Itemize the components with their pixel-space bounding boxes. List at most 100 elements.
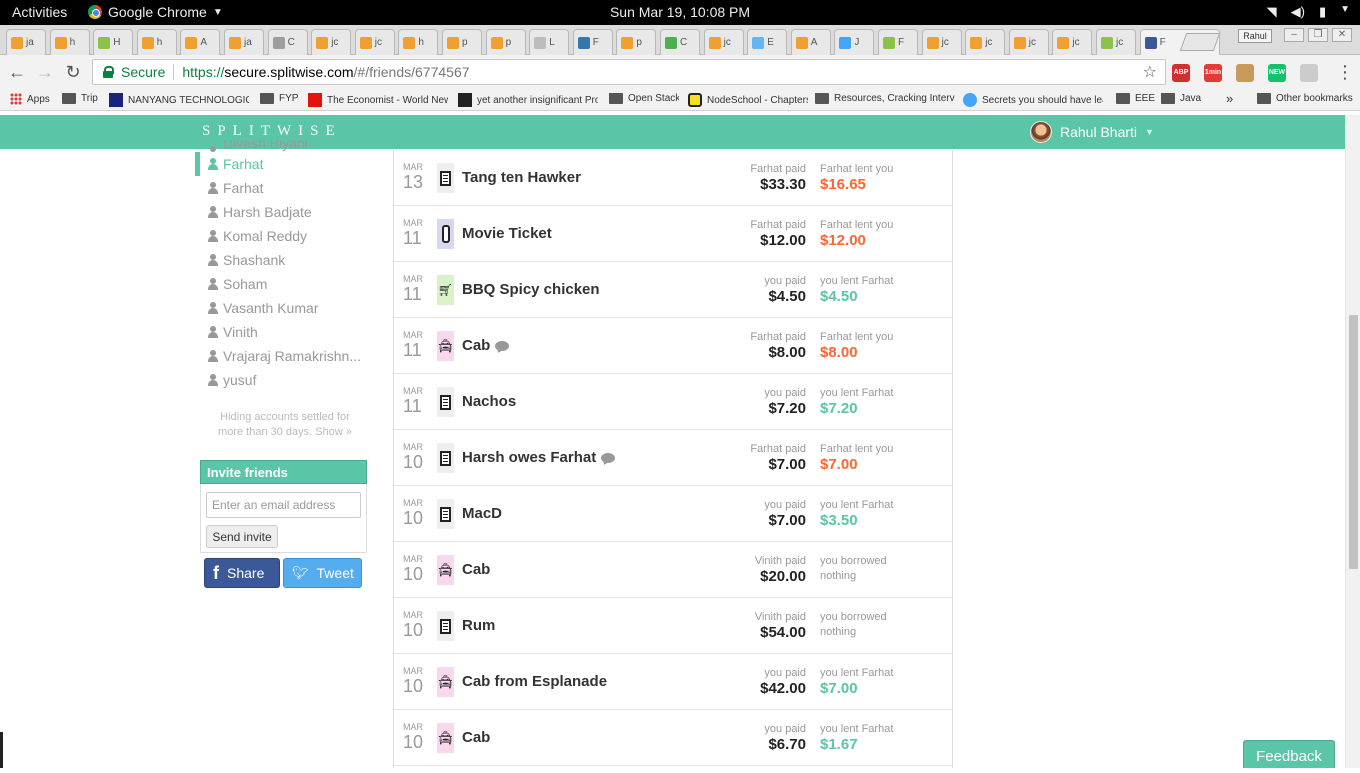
bookmark-item[interactable]: Secrets you should have lear (963, 93, 1103, 107)
browser-tab[interactable]: jc (1008, 29, 1049, 55)
expense-row[interactable]: MAR 11 Nachos you paid $7.20 you lent Farhat $… (394, 374, 952, 430)
lent-label: you borrowed (820, 611, 887, 623)
expense-row[interactable]: MAR 13 Tang ten Hawker Farhat paid $33.30 Far… (394, 150, 952, 206)
browser-tab[interactable]: p (485, 29, 526, 55)
browser-tab[interactable]: E (747, 29, 788, 55)
friend-item[interactable]: Vinith (195, 320, 370, 344)
reload-button[interactable]: ↻ (62, 61, 84, 83)
expense-row[interactable]: MAR 10 🚖︎ Cab Vinith paid $20.00 you borrowed n… (394, 542, 952, 598)
bookmark-item[interactable]: Apps (10, 93, 50, 105)
bookmark-item[interactable]: yet another insignificant Prog (458, 93, 598, 107)
send-invite-button[interactable]: Send invite (206, 525, 278, 548)
feedback-button[interactable]: Feedback (1243, 740, 1335, 768)
invite-friends-title: Invite friends (200, 460, 367, 484)
chrome-menu-icon[interactable]: ⋮ (1336, 63, 1354, 81)
new-tab-button[interactable] (1179, 33, 1221, 51)
bookmark-item[interactable]: Resources, Cracking Intervie (815, 93, 955, 104)
browser-tab[interactable]: p (616, 29, 657, 55)
expense-row[interactable]: MAR 10 🚖︎ Cab from Esplanade you paid $42.00 y… (394, 654, 952, 710)
browser-tab[interactable]: h (136, 29, 177, 55)
friends-list: Divesh Biyani Farhat Farhat Harsh Badjate Ko… (195, 140, 370, 392)
browser-tab[interactable]: jc (921, 29, 962, 55)
bookmark-item[interactable]: NodeSchool - Chapters (688, 93, 808, 107)
browser-tab[interactable]: jc (703, 29, 744, 55)
bookmark-item[interactable]: The Economist - World News (308, 93, 448, 107)
browser-tab[interactable]: p (442, 29, 482, 55)
app-menu[interactable]: Google Chrome ▼ (88, 4, 223, 20)
extension-icon[interactable]: 1min (1204, 64, 1222, 82)
friend-item[interactable]: Soham (195, 272, 370, 296)
friend-item[interactable]: Shashank (195, 248, 370, 272)
browser-tab[interactable]: jc (354, 29, 395, 55)
expense-row[interactable]: MAR 10 MacD you paid $7.00 you lent Farhat $3.… (394, 486, 952, 542)
activities-button[interactable]: Activities (12, 4, 67, 20)
bookmark-item[interactable]: Open Stack (609, 93, 679, 104)
forward-button[interactable]: → (34, 61, 56, 83)
friend-item[interactable]: Vasanth Kumar (195, 296, 370, 320)
receipt-icon (437, 611, 454, 641)
browser-tab[interactable]: h (49, 29, 90, 55)
tab-favicon-icon (447, 36, 459, 49)
clock[interactable]: Sun Mar 19, 10:08 PM (610, 4, 750, 20)
scrollbar-thumb[interactable] (1349, 315, 1358, 569)
extension-icon[interactable]: ABP (1172, 64, 1190, 82)
extension-icon[interactable] (1236, 64, 1254, 82)
folder-icon (609, 93, 623, 104)
browser-tab[interactable]: J (834, 29, 875, 55)
profile-button[interactable]: Rahul (1238, 29, 1272, 43)
invite-email-input[interactable] (206, 492, 361, 518)
friend-item[interactable]: Farhat (195, 152, 370, 176)
extension-icon[interactable] (1300, 64, 1318, 82)
browser-tab[interactable]: jc (311, 29, 352, 55)
browser-tab[interactable]: ja (224, 29, 264, 55)
splitwise-logo[interactable]: SPLITWISE (202, 123, 342, 140)
expense-day: 10 (403, 676, 424, 696)
user-menu[interactable]: Rahul Bharti ▼ (1030, 121, 1154, 143)
extension-icon[interactable]: NEW (1268, 64, 1286, 82)
expense-row[interactable]: MAR 11 🚖︎ Cab Farhat paid $8.00 Farhat lent yo… (394, 318, 952, 374)
friend-item[interactable]: yusuf (195, 368, 370, 392)
bookmark-item[interactable]: FYP (260, 93, 298, 104)
friend-item[interactable]: Vrajaraj Ramakrishn... (195, 344, 370, 368)
bookmark-star-icon[interactable]: ☆ (1143, 62, 1157, 82)
expense-row[interactable]: MAR 10 Harsh owes Farhat Farhat paid $7.00 Fa… (394, 430, 952, 486)
browser-tab[interactable]: jc (1096, 29, 1136, 55)
browser-tab[interactable]: L (529, 29, 570, 55)
tweet-button[interactable]: 🐦︎ Tweet (283, 558, 362, 588)
browser-tab[interactable]: h (398, 29, 439, 55)
browser-tab[interactable]: ja (6, 29, 46, 55)
back-button[interactable]: ← (6, 61, 28, 83)
hidden-accounts-note[interactable]: Hiding accounts settled for more than 30… (210, 410, 360, 440)
maximize-button[interactable]: ❐ (1308, 28, 1328, 42)
tab-title: H (113, 37, 121, 48)
browser-tab[interactable]: jc (965, 29, 1006, 55)
browser-tab[interactable]: H (93, 29, 134, 55)
close-window-button[interactable]: ✕ (1332, 28, 1352, 42)
friend-item[interactable]: Komal Reddy (195, 224, 370, 248)
friend-item[interactable]: Farhat (195, 176, 370, 200)
bookmarks-overflow-button[interactable]: » (1226, 91, 1233, 106)
browser-tab[interactable]: jc (1052, 29, 1093, 55)
expense-row[interactable]: MAR 11 Movie Ticket Farhat paid $12.00 Farhat… (394, 206, 952, 262)
friend-item[interactable]: Divesh Biyani (195, 140, 370, 152)
browser-tab[interactable]: F (878, 29, 918, 55)
page-scrollbar[interactable] (1345, 115, 1360, 768)
browser-tab[interactable]: F (572, 29, 613, 55)
expense-row[interactable]: MAR 10 Rum Vinith paid $54.00 you borrowed not… (394, 598, 952, 654)
browser-tab[interactable]: A (790, 29, 831, 55)
other-bookmarks[interactable]: Other bookmarks (1257, 93, 1353, 104)
bookmark-item[interactable]: Java (1161, 93, 1201, 104)
bookmark-item[interactable]: Trip (62, 93, 98, 104)
friend-item[interactable]: Harsh Badjate (195, 200, 370, 224)
bookmark-item[interactable]: NANYANG TECHNOLOGICAL (109, 93, 249, 107)
system-tray[interactable]: ◥ ◀) ▮ ▼ (1267, 4, 1350, 20)
browser-tab[interactable]: C (267, 29, 308, 55)
expense-row[interactable]: MAR 11 🛒︎ BBQ Spicy chicken you paid $4.50 you… (394, 262, 952, 318)
browser-tab[interactable]: C (660, 29, 700, 55)
browser-tab[interactable]: A (180, 29, 221, 55)
expense-row[interactable]: MAR 10 🚖︎ Cab you paid $6.70 you lent Farhat $1… (394, 710, 952, 766)
address-bar[interactable]: Secure https:// secure.splitwise.com /#/… (92, 59, 1166, 85)
facebook-share-button[interactable]: f Share (204, 558, 280, 588)
minimize-button[interactable]: – (1284, 28, 1304, 42)
bookmark-item[interactable]: EEE (1116, 93, 1155, 104)
